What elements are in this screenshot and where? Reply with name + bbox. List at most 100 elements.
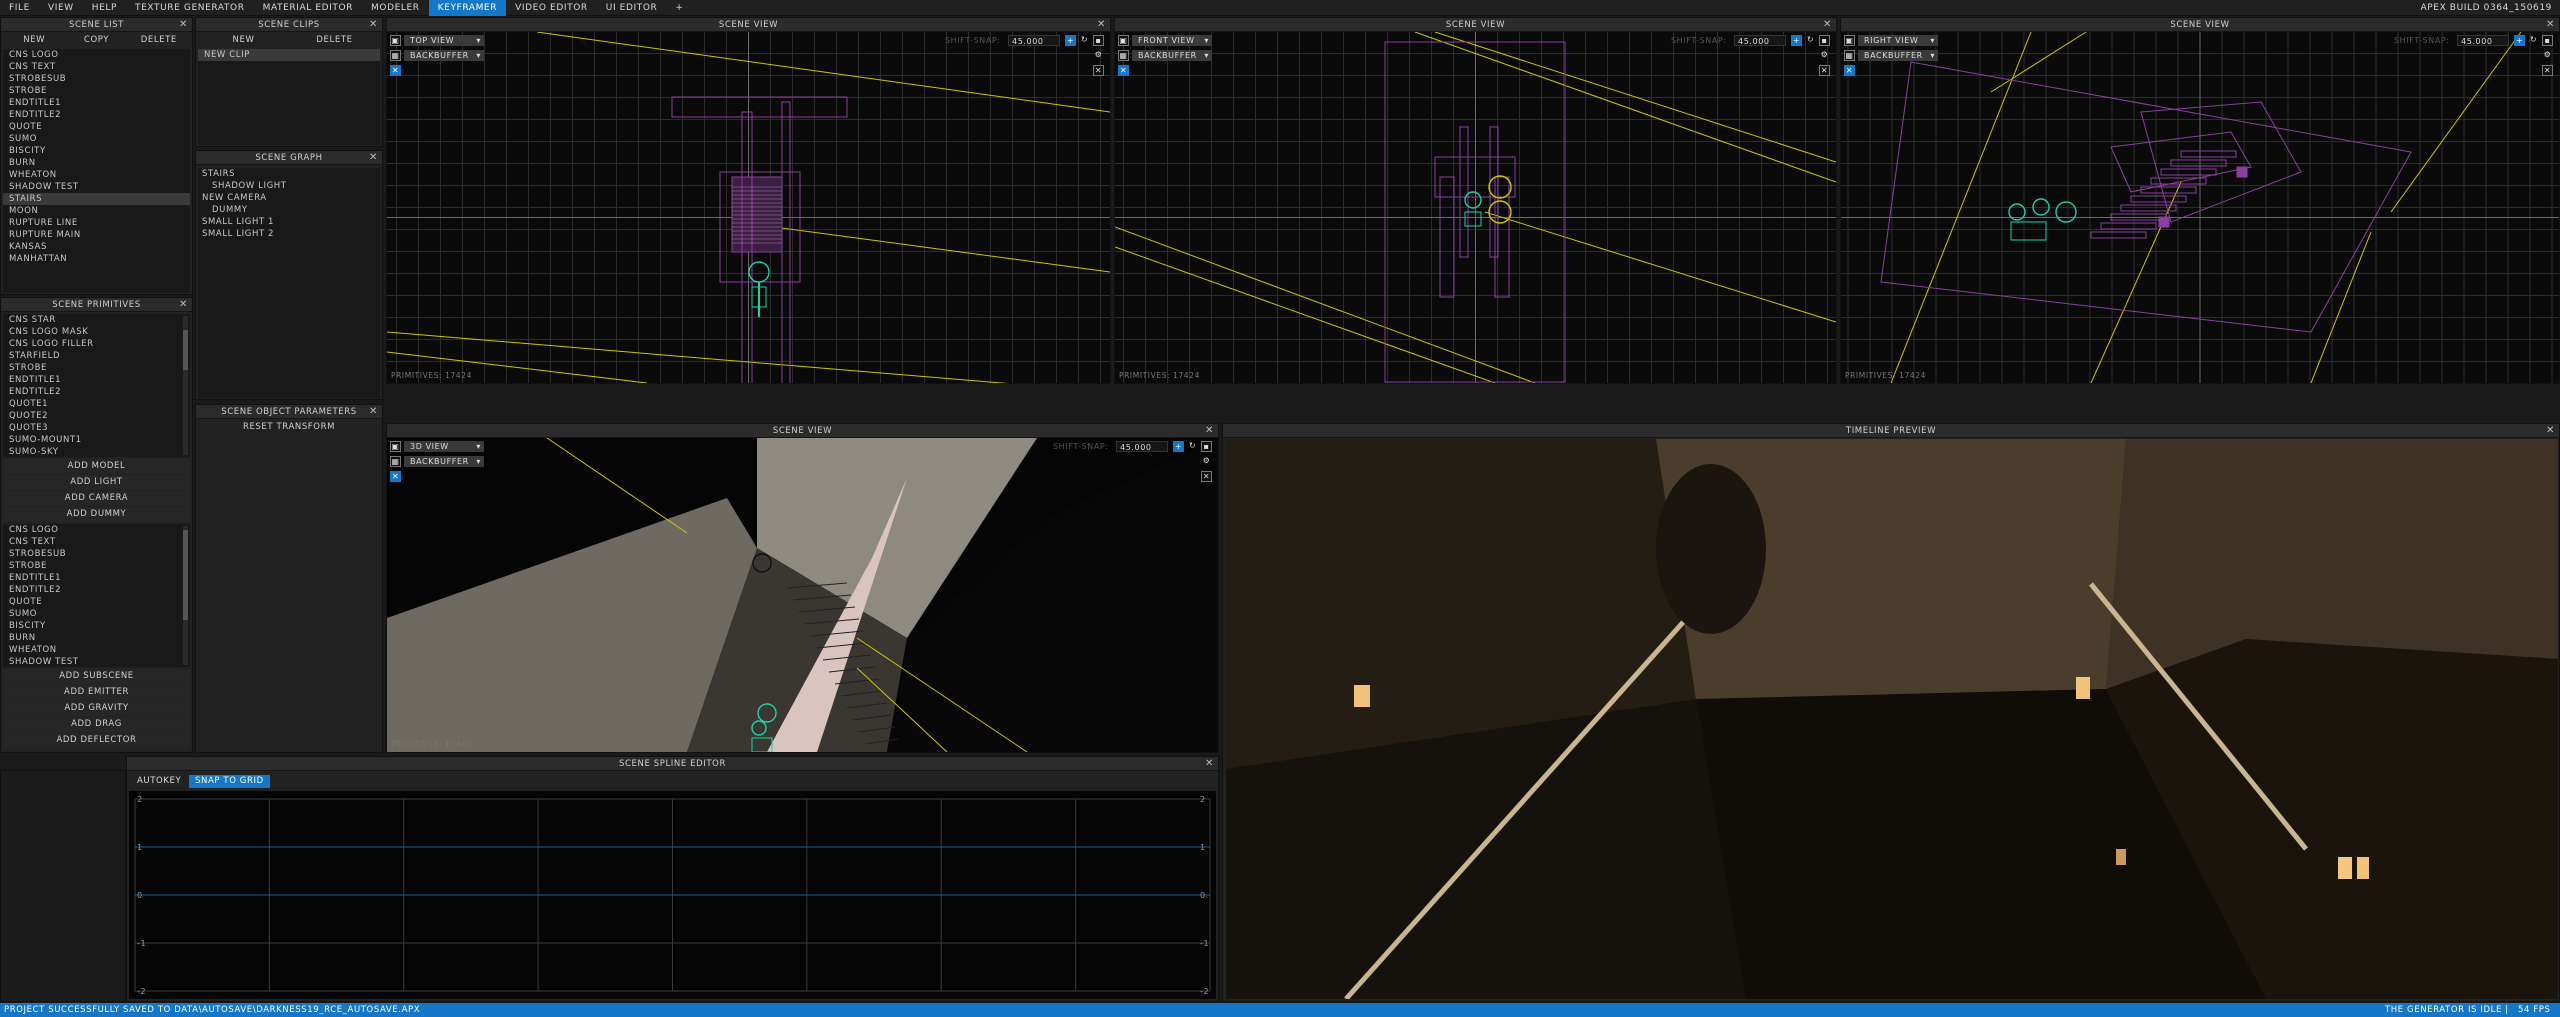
viewport-canvas[interactable]: ▣ Top View ▦ Backbuffer ✕ Shift-Snap: 45…: [387, 32, 1110, 383]
add-icon[interactable]: +: [1791, 35, 1802, 46]
list-item[interactable]: CNS Logo: [3, 49, 190, 61]
list-item[interactable]: EndTitle2: [3, 109, 190, 121]
scene-graph-node[interactable]: Dummy: [198, 204, 380, 216]
menu-item-ui-editor[interactable]: UI Editor: [597, 0, 667, 16]
maximize-icon[interactable]: ▪: [1819, 35, 1830, 46]
view-select[interactable]: 3D View: [404, 441, 484, 452]
view-select[interactable]: Front View: [1132, 35, 1212, 46]
list-item[interactable]: Quote: [3, 121, 190, 133]
list-item[interactable]: EndTitle2: [3, 584, 190, 596]
list-item[interactable]: Wheaton: [3, 644, 190, 656]
reset-transform-button[interactable]: Reset Transform: [198, 420, 380, 435]
list-item[interactable]: StrobeSub: [3, 73, 190, 85]
menu-item-file[interactable]: File: [0, 0, 39, 16]
maximize-icon[interactable]: ▪: [1093, 35, 1104, 46]
list-item[interactable]: Wheaton: [3, 169, 190, 181]
refresh-icon[interactable]: ↻: [1079, 35, 1090, 46]
crosshair-icon[interactable]: ✕: [1118, 65, 1129, 76]
settings-icon[interactable]: ⚙: [1819, 50, 1830, 61]
list-item[interactable]: CNS Logo Filler: [3, 338, 190, 350]
add-subscene-button[interactable]: Add Subscene: [3, 669, 190, 684]
crosshair-icon[interactable]: ✕: [390, 471, 401, 482]
menu-item--[interactable]: +: [666, 0, 692, 16]
camera-icon[interactable]: ▣: [1844, 35, 1855, 46]
menu-item-view[interactable]: View: [39, 0, 83, 16]
list-item[interactable]: Starfield: [3, 350, 190, 362]
list-item[interactable]: Moon: [3, 205, 190, 217]
list-item[interactable]: Biscity: [3, 620, 190, 632]
list-item[interactable]: Sumo-Mount1: [3, 434, 190, 446]
delete-scene-button[interactable]: Delete: [128, 34, 190, 47]
autokey-button[interactable]: Autokey: [131, 775, 187, 788]
buffer-select[interactable]: Backbuffer: [1858, 50, 1938, 61]
scene-graph-node[interactable]: Stairs: [198, 168, 380, 180]
close-icon[interactable]: ✕: [2546, 424, 2555, 438]
list-item[interactable]: Stairs: [3, 193, 190, 205]
grid-icon[interactable]: ▦: [390, 50, 401, 61]
add-dummy-button[interactable]: Add Dummy: [3, 507, 190, 522]
list-item[interactable]: Kansas: [3, 241, 190, 253]
close-icon[interactable]: ✕: [1205, 424, 1214, 438]
menu-item-keyframer[interactable]: Keyframer: [428, 0, 507, 16]
camera-icon[interactable]: ▣: [390, 35, 401, 46]
list-item[interactable]: Manhattan: [3, 253, 190, 265]
add-light-button[interactable]: Add Light: [3, 475, 190, 490]
list-item[interactable]: CNS Text: [3, 61, 190, 73]
add-icon[interactable]: +: [2514, 35, 2525, 46]
list-item[interactable]: Sumo-Sky: [3, 446, 190, 457]
menu-item-help[interactable]: Help: [83, 0, 126, 16]
scene-graph-node[interactable]: Shadow Light: [198, 180, 380, 192]
close-view-icon[interactable]: ✕: [2542, 65, 2553, 76]
list-item[interactable]: Strobe: [3, 85, 190, 97]
delete-clip-button[interactable]: Delete: [289, 34, 380, 47]
crosshair-icon[interactable]: ✕: [1844, 65, 1855, 76]
list-item[interactable]: Biscity: [3, 145, 190, 157]
add-gravity-button[interactable]: Add Gravity: [3, 701, 190, 716]
list-item[interactable]: CNS Text: [3, 536, 190, 548]
close-view-icon[interactable]: ✕: [1819, 65, 1830, 76]
refresh-icon[interactable]: ↻: [1187, 441, 1198, 452]
list-item[interactable]: EndTitle2: [3, 386, 190, 398]
crosshair-icon[interactable]: ✕: [390, 65, 401, 76]
grid-icon[interactable]: ▦: [390, 456, 401, 467]
add-camera-button[interactable]: Add Camera: [3, 491, 190, 506]
close-icon[interactable]: ✕: [1205, 757, 1214, 771]
snap-to-grid-button[interactable]: Snap to Grid: [189, 775, 270, 788]
list-item[interactable]: Sumo: [3, 133, 190, 145]
refresh-icon[interactable]: ↻: [1805, 35, 1816, 46]
list-item[interactable]: CNS Logo Mask: [3, 326, 190, 338]
list-item[interactable]: Quote3: [3, 422, 190, 434]
viewport-canvas[interactable]: ▣ 3D View ▦ Backbuffer ✕ Shift-Snap: 45.…: [387, 438, 1218, 752]
list-item[interactable]: Sumo: [3, 608, 190, 620]
close-icon[interactable]: ✕: [179, 298, 188, 312]
list-item[interactable]: Strobe: [3, 560, 190, 572]
shift-snap-input[interactable]: 45.000: [2457, 35, 2509, 46]
list-item[interactable]: CNS Star: [3, 314, 190, 326]
shift-snap-input[interactable]: 45.000: [1734, 35, 1786, 46]
scrollbar[interactable]: [183, 526, 188, 665]
maximize-icon[interactable]: ▪: [2542, 35, 2553, 46]
grid-icon[interactable]: ▦: [1118, 50, 1129, 61]
add-emitter-button[interactable]: Add Emitter: [3, 685, 190, 700]
new-scene-button[interactable]: New: [3, 34, 65, 47]
list-item[interactable]: Burn: [3, 632, 190, 644]
list-item[interactable]: Rupture Line: [3, 217, 190, 229]
view-select[interactable]: Right View: [1858, 35, 1938, 46]
close-icon[interactable]: ✕: [179, 18, 188, 32]
add-deflector-button[interactable]: Add Deflector: [3, 733, 190, 748]
menu-item-texture-generator[interactable]: Texture Generator: [126, 0, 254, 16]
list-item[interactable]: Shadow Test: [3, 656, 190, 667]
shift-snap-input[interactable]: 45.000: [1008, 35, 1060, 46]
list-item[interactable]: Rupture Main: [3, 229, 190, 241]
list-item[interactable]: EndTitle1: [3, 97, 190, 109]
menu-item-material-editor[interactable]: Material Editor: [254, 0, 362, 16]
buffer-select[interactable]: Backbuffer: [1132, 50, 1212, 61]
grid-icon[interactable]: ▦: [1844, 50, 1855, 61]
close-icon[interactable]: ✕: [1097, 18, 1106, 32]
menu-item-modeler[interactable]: Modeler: [362, 0, 429, 16]
list-item[interactable]: EndTitle1: [3, 572, 190, 584]
close-icon[interactable]: ✕: [369, 18, 378, 32]
viewport-canvas[interactable]: ▣ Right View ▦ Backbuffer ✕ Shift-Snap: …: [1841, 32, 2559, 383]
list-item[interactable]: New Clip: [198, 49, 380, 61]
list-item[interactable]: CNS Logo: [3, 524, 190, 536]
